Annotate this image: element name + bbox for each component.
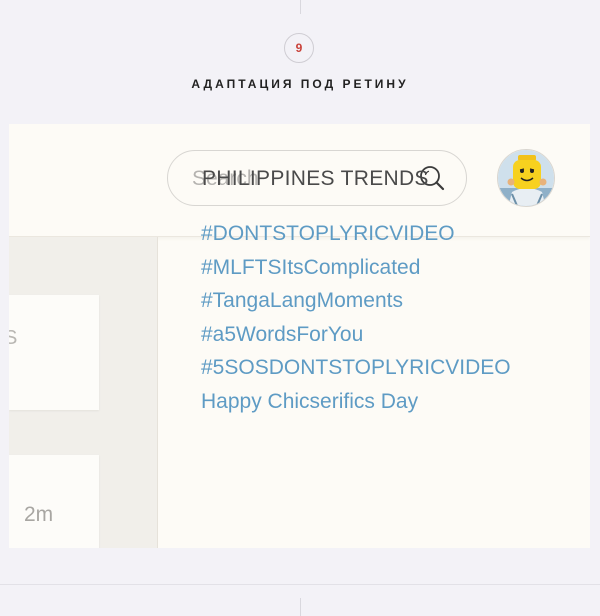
trend-link[interactable]: Happy Chicserifics Day: [201, 385, 511, 419]
trend-link[interactable]: #a5WordsForYou: [201, 318, 511, 352]
bottom-divider: [0, 584, 600, 585]
feed-card-text: S: [9, 327, 18, 349]
trend-link[interactable]: #DONTSTOPLYRICVIDEO: [201, 217, 511, 251]
step-number-badge: 9: [284, 33, 314, 63]
feed-card[interactable]: 2m: [9, 455, 99, 548]
feed-card[interactable]: S: [9, 295, 99, 410]
trend-link[interactable]: #5SOSDONTSTOPLYRICVIDEO: [201, 351, 511, 385]
section-title: АДАПТАЦИЯ ПОД РЕТИНУ: [191, 77, 409, 91]
trend-link[interactable]: #MLFTSItsComplicated: [201, 251, 511, 285]
bottom-connector-line: [300, 598, 301, 616]
top-connector-line: [300, 0, 301, 14]
trends-title: PHILIPPINES TRENDS: [202, 167, 429, 190]
trends-panel: PHILIPPINES TRENDS #DONTSTOPLYRICVIDEO #…: [201, 167, 511, 419]
trend-link[interactable]: #TangaLangMoments: [201, 284, 511, 318]
feed-card-timestamp: 2m: [24, 503, 54, 526]
feed-column: S 2m: [9, 237, 158, 548]
